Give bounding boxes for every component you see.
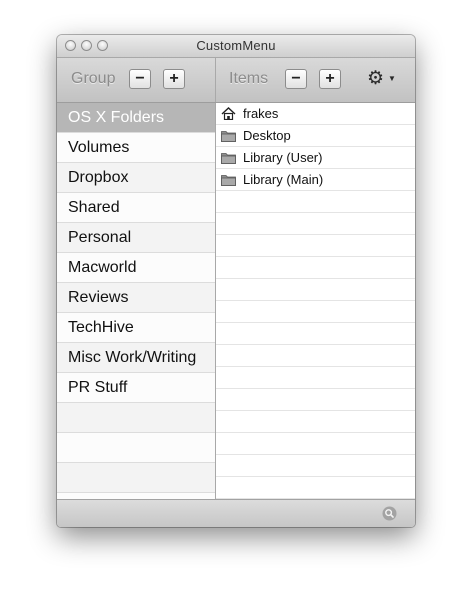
item-row[interactable]: Library (Main)	[216, 169, 415, 191]
group-row[interactable]: Macworld	[57, 253, 215, 283]
group-row[interactable]: Dropbox	[57, 163, 215, 193]
empty-row	[216, 389, 415, 411]
empty-row	[57, 463, 215, 493]
empty-row	[216, 477, 415, 499]
group-row[interactable]: Personal	[57, 223, 215, 253]
empty-row	[216, 433, 415, 455]
home-icon	[221, 107, 236, 120]
item-label: Library (Main)	[243, 172, 324, 187]
empty-row	[216, 367, 415, 389]
item-label: frakes	[243, 106, 279, 121]
chevron-down-icon: ▼	[388, 74, 396, 83]
remove-item-button[interactable]: −	[285, 69, 307, 89]
empty-row	[216, 213, 415, 235]
item-label: Library (User)	[243, 150, 323, 165]
toolbar: Group − + Items − + ⚙ ▼	[57, 58, 415, 103]
empty-row	[216, 323, 415, 345]
folder-icon	[221, 131, 236, 142]
empty-row	[216, 191, 415, 213]
gear-icon: ⚙	[367, 68, 385, 89]
group-row[interactable]: OS X Folders	[57, 103, 215, 133]
search-icon[interactable]	[382, 506, 397, 521]
empty-row	[216, 411, 415, 433]
folder-icon	[221, 175, 236, 186]
toolbar-divider	[215, 58, 216, 102]
item-label: Desktop	[243, 128, 291, 143]
empty-row	[216, 235, 415, 257]
item-row[interactable]: frakes	[216, 103, 415, 125]
action-menu-button[interactable]: ⚙ ▼	[365, 68, 401, 90]
empty-row	[57, 403, 215, 433]
items-label: Items	[229, 70, 269, 87]
group-list[interactable]: OS X Folders Volumes Dropbox Shared Pers…	[57, 103, 215, 500]
folder-icon	[221, 153, 236, 164]
remove-group-button[interactable]: −	[129, 69, 151, 89]
empty-row	[216, 301, 415, 323]
add-group-button[interactable]: +	[163, 69, 185, 89]
window-title: CustomMenu	[196, 38, 276, 53]
add-item-button[interactable]: +	[319, 69, 341, 89]
empty-row	[216, 257, 415, 279]
status-bar	[57, 499, 415, 527]
title-bar: CustomMenu	[57, 35, 415, 58]
group-row[interactable]: TechHive	[57, 313, 215, 343]
group-label: Group	[71, 70, 116, 87]
item-row[interactable]: Desktop	[216, 125, 415, 147]
empty-row	[57, 433, 215, 463]
group-row[interactable]: Reviews	[57, 283, 215, 313]
group-row[interactable]: PR Stuff	[57, 373, 215, 403]
group-row[interactable]: Shared	[57, 193, 215, 223]
empty-row	[216, 455, 415, 477]
empty-row	[216, 279, 415, 301]
empty-row	[216, 345, 415, 367]
item-list[interactable]: frakes Desktop Library (User) Library (M…	[216, 103, 415, 500]
group-row[interactable]: Misc Work/Writing	[57, 343, 215, 373]
custommenu-window: CustomMenu Group − + Items − + ⚙ ▼ OS X …	[57, 35, 415, 527]
group-row[interactable]: Volumes	[57, 133, 215, 163]
item-row[interactable]: Library (User)	[216, 147, 415, 169]
